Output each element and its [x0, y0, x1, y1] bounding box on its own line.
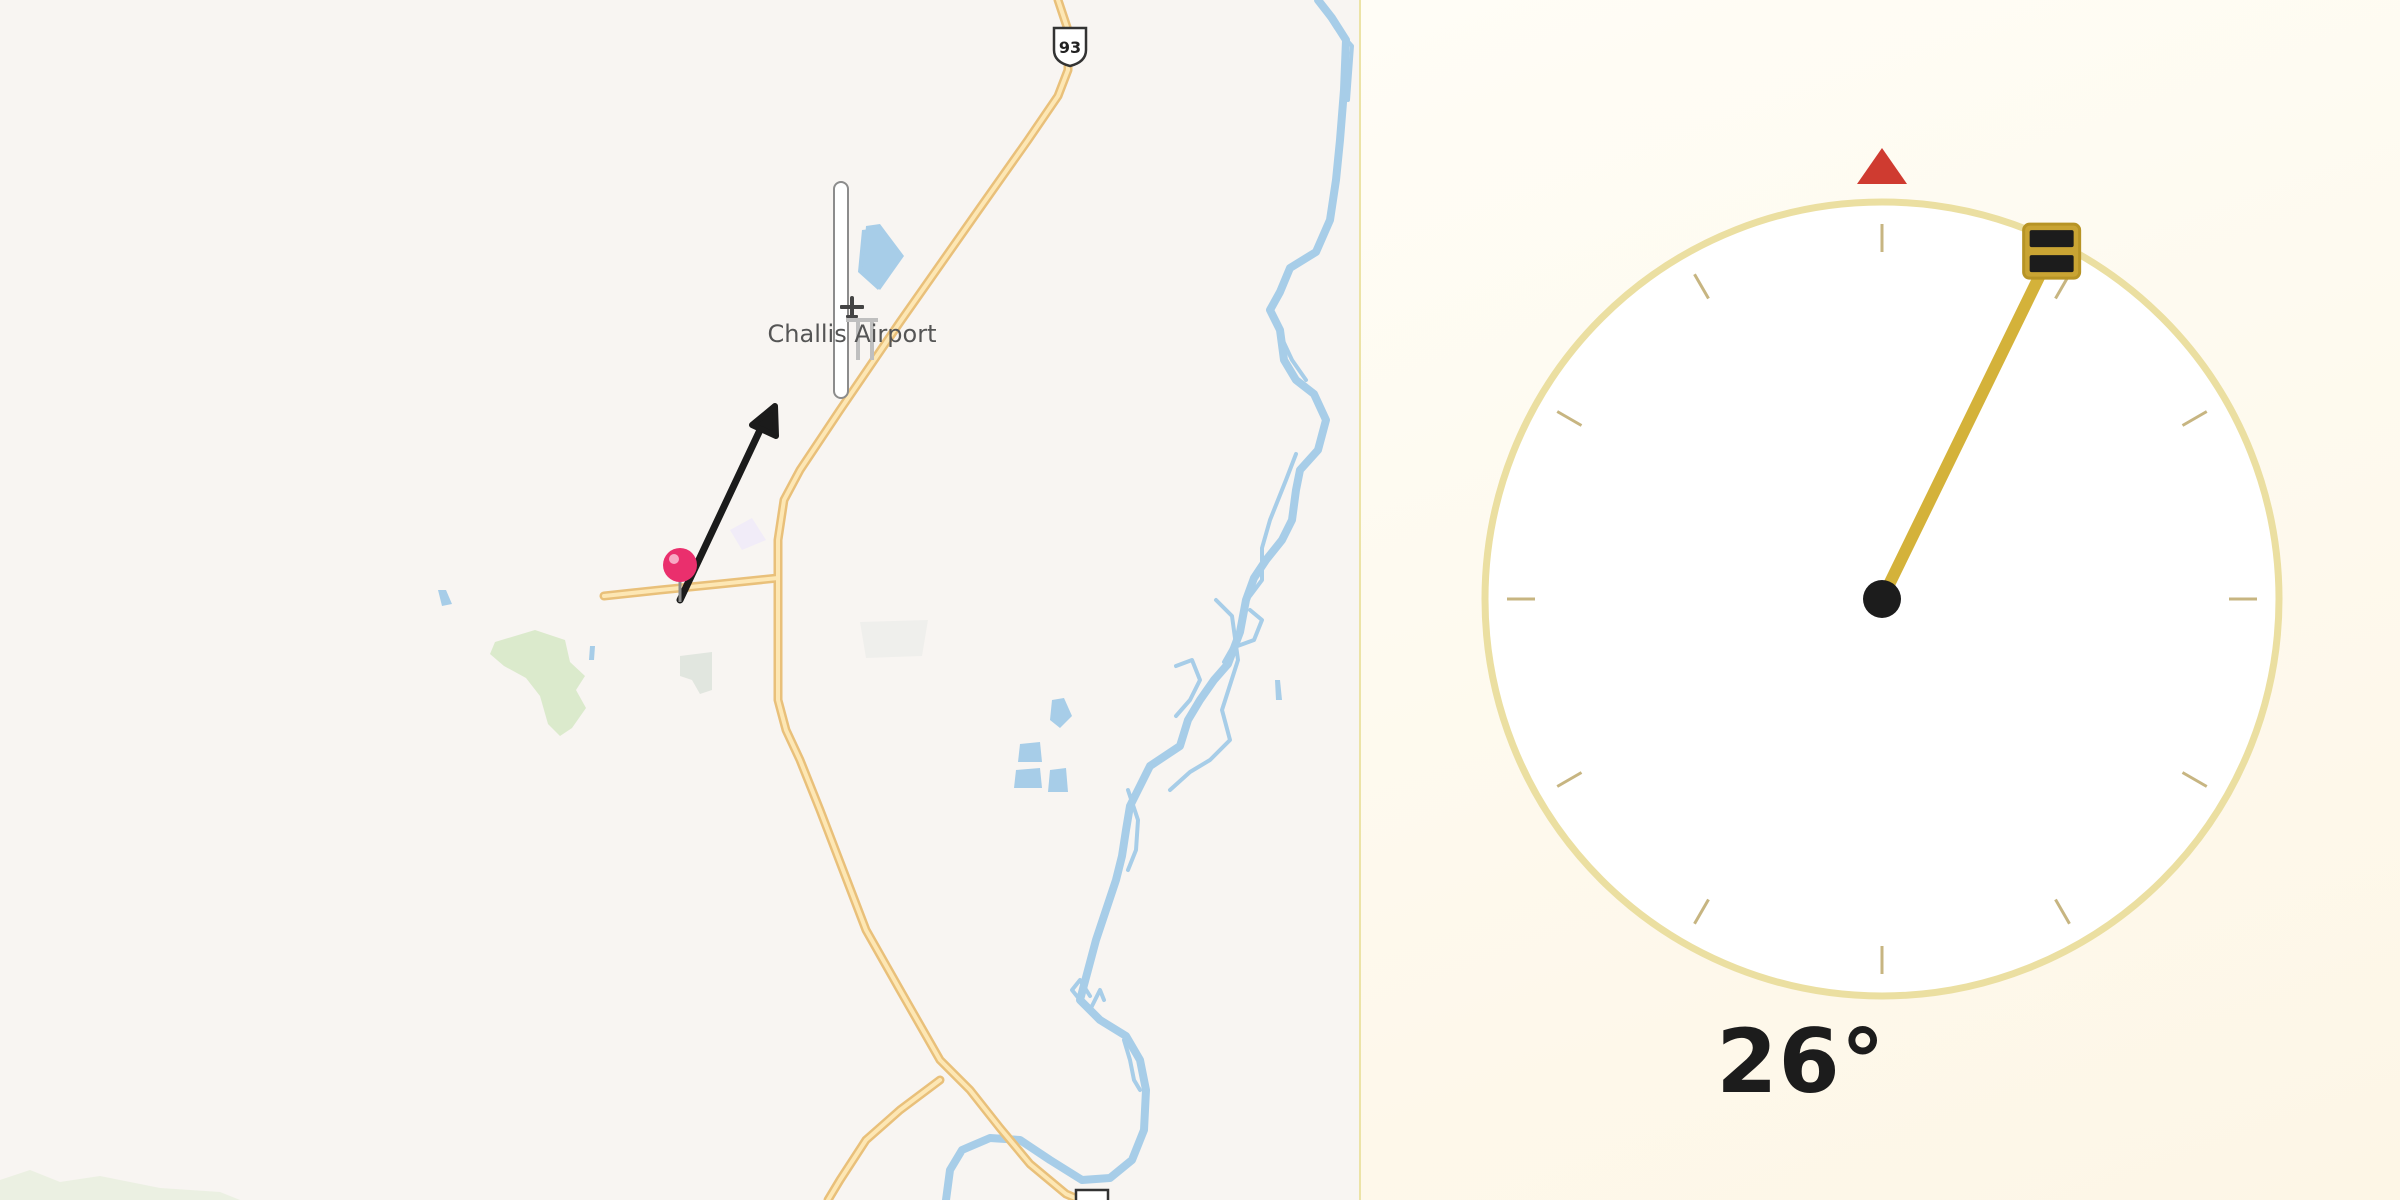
- route-shield-partial-icon: [1074, 1188, 1110, 1200]
- compass-panel: 26°: [1361, 0, 2400, 1200]
- building-area: [860, 620, 928, 658]
- pond: [589, 646, 595, 660]
- highway-93: [776, 0, 1082, 1200]
- building-area: [680, 652, 712, 694]
- pond: [438, 590, 452, 606]
- pond: [1048, 768, 1068, 792]
- river-channel: [942, 0, 1350, 1200]
- park-area: [0, 1170, 240, 1200]
- route-93-shield-icon[interactable]: 93: [1052, 26, 1088, 68]
- location-pin-icon[interactable]: [663, 548, 697, 602]
- pond: [1018, 742, 1042, 762]
- map-canvas[interactable]: 93: [0, 0, 1359, 1200]
- heading-readout: 26°: [1716, 1010, 1886, 1113]
- river-channel: [1088, 988, 1106, 1012]
- pond: [1014, 768, 1042, 788]
- route-93-shield-label: 93: [1059, 38, 1081, 57]
- building-area: [730, 518, 766, 550]
- needle-hub-icon: [1863, 580, 1901, 618]
- needle-handle-icon[interactable]: [2022, 222, 2082, 280]
- park-area: [490, 630, 586, 736]
- north-triangle-icon: [1857, 148, 1907, 184]
- roads-casing: [599, 0, 1085, 1200]
- pond: [1275, 680, 1282, 700]
- river: [942, 0, 1354, 1200]
- runway: [833, 181, 849, 399]
- roads: [602, 0, 1082, 1200]
- airport-label: Challis Airport: [767, 320, 937, 348]
- map-view[interactable]: 93 Challis Airport: [0, 0, 1359, 1200]
- pond: [1050, 698, 1072, 728]
